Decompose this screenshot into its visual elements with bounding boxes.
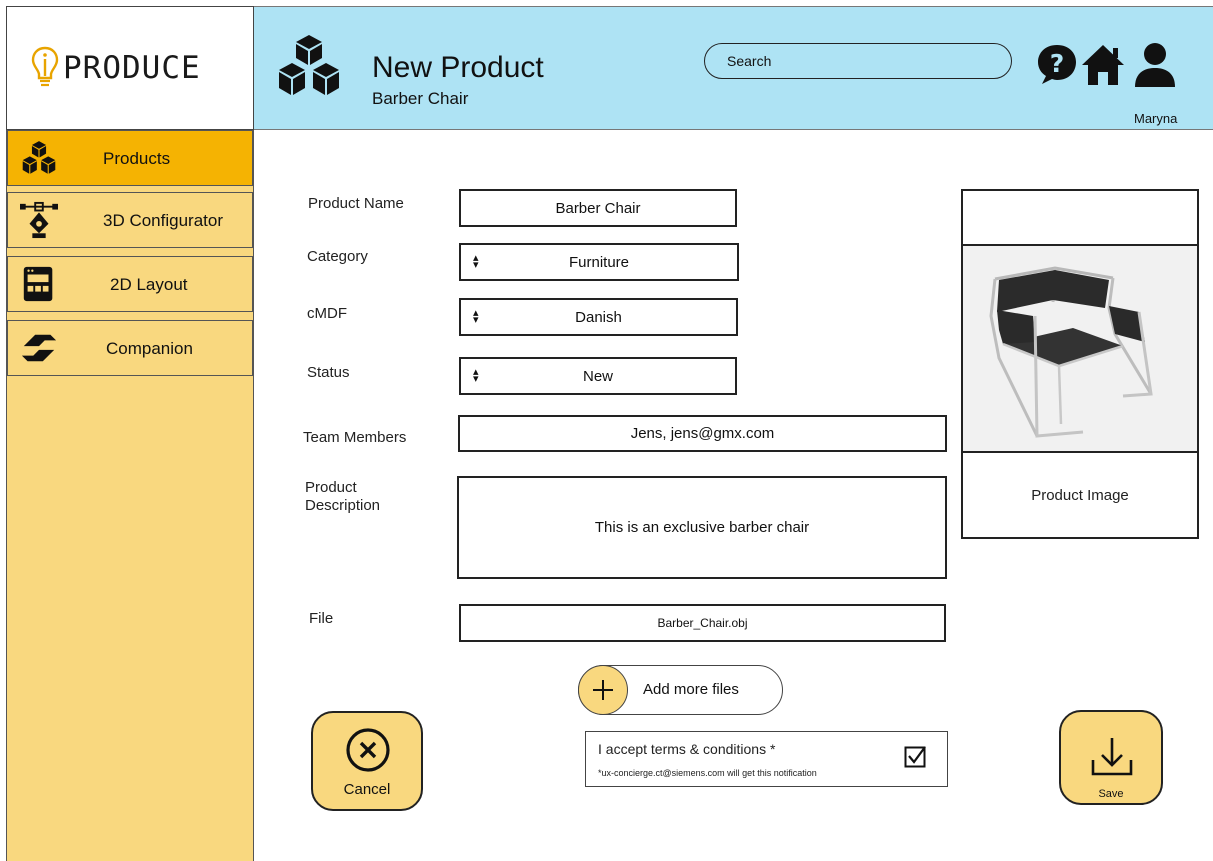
cmdf-select[interactable]: ▴ ▾ Danish: [459, 298, 738, 336]
plus-icon: [578, 665, 628, 715]
lightbulb-icon: [31, 46, 59, 87]
page-title: New Product: [372, 51, 544, 84]
terms-box: I accept terms & conditions * *ux-concie…: [585, 731, 948, 787]
page-header: New Product Barber Chair ? Maryna: [254, 6, 1213, 130]
sidebar-item-3d-configurator[interactable]: 3D Configurator: [7, 192, 253, 248]
add-files-label: Add more files: [643, 681, 739, 698]
layout-icon: [23, 266, 53, 302]
terms-note: *ux-concierge.ct@siemens.com will get th…: [598, 768, 817, 778]
product-name-field[interactable]: Barber Chair: [459, 189, 737, 227]
sidebar-item-2d-layout[interactable]: 2D Layout: [7, 256, 253, 312]
cancel-label: Cancel: [343, 781, 391, 798]
product-name-label: Product Name: [308, 195, 404, 212]
file-field[interactable]: Barber_Chair.obj: [459, 604, 946, 642]
username-label: Maryna: [1134, 111, 1178, 126]
sort-arrows-icon: ▴ ▾: [473, 366, 479, 385]
product-image-caption: Product Image: [1031, 487, 1129, 504]
logo-text: PRODUCE: [63, 50, 201, 86]
app-logo[interactable]: PRODUCE: [6, 6, 254, 130]
sort-arrows-icon: ▴ ▾: [473, 252, 479, 271]
cmdf-value: Danish: [575, 308, 622, 326]
description-textarea[interactable]: This is an exclusive barber chair: [457, 476, 947, 579]
category-select[interactable]: ▴ ▾ Furniture: [459, 243, 739, 281]
cubes-icon: [279, 35, 339, 95]
save-button[interactable]: Save: [1059, 710, 1163, 805]
handshake-icon: [21, 334, 57, 362]
sort-arrows-icon: ▴ ▾: [473, 307, 479, 326]
status-label: Status: [307, 364, 350, 381]
page-subtitle: Barber Chair: [372, 89, 469, 108]
category-label: Category: [307, 248, 368, 265]
cubes-icon: [22, 141, 56, 174]
description-label-line1: Product: [305, 479, 357, 496]
terms-text: I accept terms & conditions *: [598, 741, 776, 757]
sidebar-item-label: Products: [103, 149, 171, 168]
product-image-panel[interactable]: Product Image: [961, 189, 1199, 539]
cancel-button[interactable]: Cancel: [311, 711, 423, 811]
search-input[interactable]: [704, 43, 1012, 79]
product-image: [963, 246, 1197, 453]
team-members-field[interactable]: Jens, jens@gmx.com: [458, 415, 947, 452]
sidebar-item-products[interactable]: Products: [7, 130, 253, 186]
close-circle-icon: [346, 728, 390, 772]
description-label-line2: Description: [305, 497, 381, 514]
save-label: Save: [1098, 788, 1124, 800]
description-label: Product Description: [305, 479, 380, 515]
team-members-label: Team Members: [303, 429, 407, 446]
user-icon[interactable]: [1133, 41, 1177, 87]
add-files-button[interactable]: Add more files: [578, 665, 783, 715]
download-icon: [1091, 738, 1133, 776]
sidebar-item-label: 3D Configurator: [103, 211, 224, 230]
home-icon[interactable]: [1080, 41, 1126, 87]
image-panel-header: [963, 191, 1197, 246]
help-icon[interactable]: ?: [1035, 41, 1079, 87]
checkbox-checked-icon[interactable]: [904, 746, 926, 768]
sidebar: Products 3D Configurator 2D Layout Compa…: [6, 130, 254, 861]
category-value: Furniture: [568, 253, 630, 271]
chair-image: [989, 266, 1153, 438]
sidebar-item-companion[interactable]: Companion: [7, 320, 253, 376]
sidebar-item-label: 2D Layout: [110, 275, 188, 294]
status-value: New: [582, 367, 613, 385]
file-label: File: [309, 610, 334, 627]
pen-tool-icon: [20, 201, 58, 239]
svg-text:?: ?: [1050, 49, 1065, 78]
status-select[interactable]: ▴ ▾ New: [459, 357, 737, 395]
cmdf-label: cMDF: [307, 305, 347, 322]
sidebar-item-label: Companion: [106, 339, 193, 358]
